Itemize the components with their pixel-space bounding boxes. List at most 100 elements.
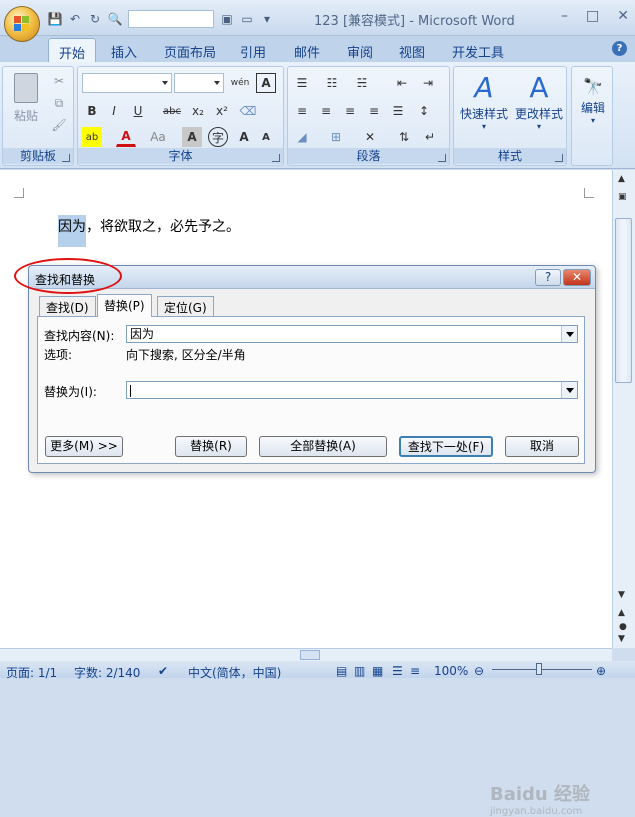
numbering-icon[interactable]: ☷ (322, 73, 342, 93)
proofing-icon[interactable]: ✔ (158, 664, 168, 678)
grow-font-button[interactable]: A (234, 127, 254, 147)
format-painter-icon[interactable]: 🖌 (49, 115, 69, 135)
replace-dropdown-icon[interactable] (561, 382, 577, 398)
editing-button[interactable]: 🔭 编辑 ▾ (574, 75, 612, 125)
view-draft-icon[interactable]: ≡ (410, 664, 420, 678)
enclose-char-button[interactable]: 字 (208, 127, 228, 147)
next-page-icon[interactable]: ▼ (618, 634, 625, 644)
scroll-up-icon[interactable]: ▲ (618, 174, 625, 184)
show-marks-icon[interactable]: ↵ (420, 127, 440, 147)
tab-page-layout[interactable]: 页面布局 (164, 42, 216, 61)
more-button[interactable]: 更多(M) >> (45, 436, 123, 457)
styles-launcher-icon[interactable] (555, 154, 563, 162)
zoom-in-icon[interactable]: ⊕ (596, 664, 606, 678)
redo-icon[interactable]: ↻ (86, 10, 104, 28)
copy-doc-icon[interactable]: ▣ (218, 10, 236, 28)
horizontal-scroll-thumb[interactable] (300, 650, 320, 660)
tab-home[interactable]: 开始 (48, 38, 97, 63)
tab-find[interactable]: 查找(D) (39, 296, 96, 316)
line-spacing-icon[interactable]: ↕ (414, 101, 434, 121)
print-preview-icon[interactable]: 🔍 (106, 10, 124, 28)
scroll-down-icon[interactable]: ▼ (618, 590, 625, 600)
align-center-icon[interactable]: ≡ (316, 101, 336, 121)
change-styles-button[interactable]: A 更改样式 ▾ (512, 71, 566, 131)
browse-object-icon[interactable]: ● (619, 622, 627, 632)
undo-icon[interactable]: ↶ (66, 10, 84, 28)
zoom-slider[interactable] (492, 669, 592, 670)
change-case-button[interactable]: Aa (148, 127, 168, 147)
tab-insert[interactable]: 插入 (111, 42, 137, 61)
cut-icon[interactable]: ✂ (49, 71, 69, 91)
paste-button[interactable]: 粘贴 (9, 73, 43, 124)
shading-icon[interactable]: ◢ (292, 127, 312, 147)
find-dropdown-icon[interactable] (561, 326, 577, 342)
zoom-out-icon[interactable]: ⊖ (474, 664, 484, 678)
dialog-help-icon[interactable]: ? (535, 269, 561, 286)
underline-button[interactable]: U (128, 101, 148, 121)
find-next-button[interactable]: 查找下一处(F) (399, 436, 493, 457)
tab-goto[interactable]: 定位(G) (157, 296, 214, 316)
shrink-font-button[interactable]: A (256, 127, 276, 147)
font-color-icon[interactable]: A (116, 127, 136, 147)
qat-combo[interactable] (128, 10, 214, 28)
tab-developer[interactable]: 开发工具 (452, 42, 504, 61)
replace-all-button[interactable]: 全部替换(A) (259, 436, 387, 457)
copy-icon[interactable]: ⧉ (49, 93, 69, 113)
tab-replace[interactable]: 替换(P) (97, 294, 152, 317)
close-icon[interactable]: ✕ (617, 8, 629, 24)
replace-button[interactable]: 替换(R) (175, 436, 247, 457)
subscript-button[interactable]: x₂ (188, 101, 208, 121)
view-print-layout-icon[interactable]: ▤ (336, 664, 347, 678)
tab-view[interactable]: 视图 (399, 42, 425, 61)
increase-indent-icon[interactable]: ⇥ (418, 73, 438, 93)
superscript-button[interactable]: x² (212, 101, 232, 121)
vertical-scroll-thumb[interactable] (615, 218, 632, 383)
ruler-toggle-icon[interactable]: ▣ (618, 192, 627, 202)
view-outline-icon[interactable]: ☰ (392, 664, 403, 678)
font-name-combo[interactable] (82, 73, 172, 93)
font-launcher-icon[interactable] (272, 154, 280, 162)
sort-icon[interactable]: ⇅ (394, 127, 414, 147)
charborder-icon[interactable]: A (256, 73, 276, 93)
customize-qat-icon[interactable]: ▾ (258, 10, 276, 28)
dialog-close-icon[interactable]: ✕ (563, 269, 591, 286)
strikethrough-button[interactable]: abc (162, 101, 182, 121)
char-shading-icon[interactable]: A (182, 127, 202, 147)
font-size-combo[interactable] (174, 73, 224, 93)
restore-icon[interactable]: □ (586, 8, 599, 24)
font-wen-icon[interactable]: wén (230, 73, 250, 93)
save-icon[interactable]: 💾 (46, 10, 64, 28)
justify-icon[interactable]: ≡ (364, 101, 384, 121)
page-indicator[interactable]: 页面: 1/1 (6, 664, 57, 681)
borders-icon[interactable]: ⊞ (326, 127, 346, 147)
align-right-icon[interactable]: ≡ (340, 101, 360, 121)
zoom-level[interactable]: 100% (434, 664, 468, 678)
new-doc-icon[interactable]: ▭ (238, 10, 256, 28)
prev-page-icon[interactable]: ▲ (618, 608, 625, 618)
decrease-indent-icon[interactable]: ⇤ (392, 73, 412, 93)
bullets-icon[interactable]: ☰ (292, 73, 312, 93)
language-indicator[interactable]: 中文(简体，中国) (188, 664, 281, 681)
help-icon[interactable]: ? (612, 41, 627, 56)
office-button[interactable] (4, 6, 40, 42)
minimize-icon[interactable]: – (561, 8, 568, 24)
quick-styles-button[interactable]: A 快速样式 ▾ (456, 71, 512, 131)
italic-button[interactable]: I (104, 101, 124, 121)
align-left-icon[interactable]: ≡ (292, 101, 312, 121)
zoom-slider-thumb[interactable] (536, 663, 542, 675)
multilevel-icon[interactable]: ☵ (352, 73, 372, 93)
clear-format-icon[interactable]: ⌫ (238, 101, 258, 121)
find-input[interactable]: 因为 (126, 325, 578, 343)
horizontal-scrollbar[interactable] (0, 648, 612, 661)
tab-review[interactable]: 审阅 (347, 42, 373, 61)
vertical-scrollbar[interactable]: ▲ ▣ ▼ ▲ ● ▼ (612, 170, 635, 648)
view-fullscreen-icon[interactable]: ▥ (354, 664, 365, 678)
bold-button[interactable]: B (82, 101, 102, 121)
distributed-icon[interactable]: ☰ (388, 101, 408, 121)
word-count[interactable]: 字数: 2/140 (74, 664, 140, 681)
selected-text[interactable]: 因为 (58, 215, 86, 247)
replace-input[interactable] (126, 381, 578, 399)
view-web-icon[interactable]: ▦ (372, 664, 383, 678)
highlight-icon[interactable]: ab (82, 127, 102, 147)
chinese-layout-icon[interactable]: ✕ (360, 127, 380, 147)
